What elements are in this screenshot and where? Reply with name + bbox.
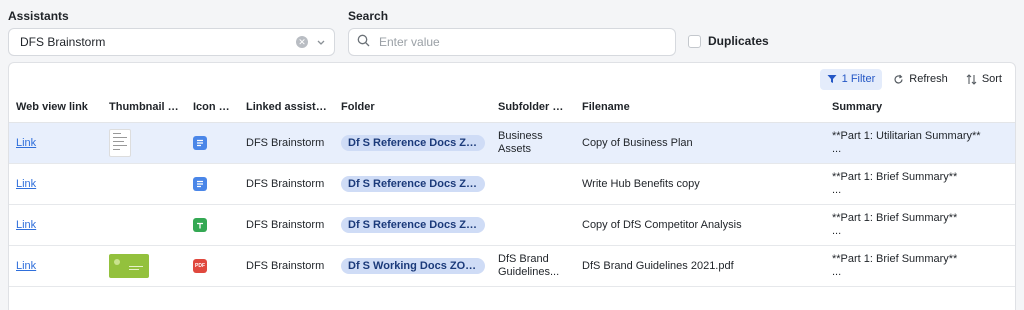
folder-tag: Df S Reference Docs ZOHO: [341, 134, 485, 151]
summary-line: ...: [832, 224, 842, 237]
column-header[interactable]: Icon li...: [186, 93, 239, 123]
google-doc-icon: [193, 135, 207, 150]
column-header[interactable]: Summary: [825, 93, 1015, 123]
filter-button[interactable]: 1 Filter: [819, 68, 883, 90]
sort-button[interactable]: Sort: [959, 69, 1009, 90]
filename-cell: Copy of DfS Competitor Analysis: [575, 204, 825, 246]
folder-tag: Df S Working Docs ZOHO: [341, 257, 485, 274]
results-table: Web view link Thumbnail b... Icon li... …: [9, 93, 1015, 287]
filename-cell: DfS Brand Guidelines 2021.pdf: [575, 245, 825, 287]
filter-button-label: 1 Filter: [841, 73, 876, 85]
summary-line: ...: [832, 142, 842, 155]
summary-cell: **Part 1: Brief Summary** ...: [825, 163, 1015, 205]
brand-guidelines-thumbnail[interactable]: [109, 253, 149, 278]
summary-line: **Part 1: Brief Summary**: [832, 252, 958, 265]
column-header[interactable]: Linked assista...: [239, 93, 334, 123]
refresh-icon: [894, 74, 903, 83]
column-header[interactable]: Filename: [575, 93, 825, 123]
pdf-icon: PDF: [193, 259, 207, 273]
refresh-button[interactable]: Refresh: [886, 69, 955, 90]
thumbnail-cell: [102, 163, 186, 205]
document-thumbnail[interactable]: [109, 128, 131, 157]
assistants-label: Assistants: [8, 9, 69, 23]
google-sheet-icon: [193, 217, 207, 232]
duplicates-checkbox[interactable]: [688, 34, 701, 48]
search-label: Search: [348, 9, 389, 23]
filter-icon: [827, 75, 837, 83]
table-toolbar: 1 Filter Refresh Sort: [816, 68, 1009, 90]
web-view-link[interactable]: Link: [16, 260, 36, 272]
table-row[interactable]: Link DFS Brainstorm Df S Reference Docs …: [9, 122, 1015, 164]
duplicates-toggle[interactable]: Duplicates: [688, 34, 769, 48]
table-row[interactable]: Link PDF DFS Brainstorm Df S Working Doc…: [9, 245, 1015, 287]
subfolder-line: Business: [498, 129, 543, 142]
column-header[interactable]: Web view link: [9, 93, 102, 123]
summary-line: **Part 1: Brief Summary**: [832, 211, 958, 224]
summary-cell: **Part 1: Utilitarian Summary** ...: [825, 122, 1015, 164]
sort-button-label: Sort: [981, 73, 1002, 85]
linked-assistant-cell: DFS Brainstorm: [239, 122, 334, 164]
chevron-down-icon[interactable]: [314, 35, 328, 49]
summary-line: ...: [832, 183, 842, 196]
table-row[interactable]: Link DFS Brainstorm Df S Reference Docs …: [9, 163, 1015, 205]
subfolder-cell: [491, 163, 575, 205]
web-view-link[interactable]: Link: [16, 178, 36, 190]
assistants-select[interactable]: DFS Brainstorm ✕: [8, 28, 335, 56]
summary-cell: **Part 1: Brief Summary** ...: [825, 204, 1015, 246]
filter-bar: Assistants DFS Brainstorm ✕ Search Dupli…: [0, 0, 1024, 62]
linked-assistant-cell: DFS Brainstorm: [239, 163, 334, 205]
subfolder-line: DfS Brand: [498, 252, 549, 265]
column-header[interactable]: Folder: [334, 93, 491, 123]
column-header[interactable]: Subfolder na...: [491, 93, 575, 123]
subfolder-cell: [491, 204, 575, 246]
search-input[interactable]: [379, 35, 649, 49]
table-row[interactable]: Link DFS Brainstorm Df S Reference Docs …: [9, 204, 1015, 246]
search-box[interactable]: [348, 28, 676, 56]
linked-assistant-cell: DFS Brainstorm: [239, 204, 334, 246]
clear-icon[interactable]: ✕: [296, 36, 308, 48]
subfolder-cell: Business Assets: [491, 122, 575, 164]
sort-icon: [966, 73, 977, 85]
summary-line: **Part 1: Brief Summary**: [832, 170, 958, 183]
summary-line: **Part 1: Utilitarian Summary**: [832, 129, 981, 142]
filename-cell: Copy of Business Plan: [575, 122, 825, 164]
subfolder-line: Assets: [498, 142, 532, 155]
refresh-button-label: Refresh: [909, 73, 948, 85]
subfolder-cell: DfS Brand Guidelines...: [491, 245, 575, 287]
summary-line: ...: [832, 265, 842, 278]
linked-assistant-cell: DFS Brainstorm: [239, 245, 334, 287]
column-header[interactable]: Thumbnail b...: [102, 93, 186, 123]
google-doc-icon: [193, 176, 207, 191]
folder-tag: Df S Reference Docs ZOHO: [341, 216, 485, 233]
thumbnail-cell: [102, 204, 186, 246]
web-view-link[interactable]: Link: [16, 137, 36, 149]
summary-cell: **Part 1: Brief Summary** ...: [825, 245, 1015, 287]
table-header-row: Web view link Thumbnail b... Icon li... …: [9, 93, 1015, 123]
subfolder-line: Guidelines...: [498, 265, 560, 278]
folder-tag: Df S Reference Docs ZOHO: [341, 175, 485, 192]
results-panel: 1 Filter Refresh Sort Web view link Thum…: [8, 62, 1016, 310]
web-view-link[interactable]: Link: [16, 219, 36, 231]
filename-cell: Write Hub Benefits copy: [575, 163, 825, 205]
search-icon: [357, 34, 370, 50]
assistants-select-value: DFS Brainstorm: [20, 35, 106, 49]
duplicates-label: Duplicates: [708, 34, 769, 48]
pdf-icon-text: PDF: [195, 263, 205, 269]
